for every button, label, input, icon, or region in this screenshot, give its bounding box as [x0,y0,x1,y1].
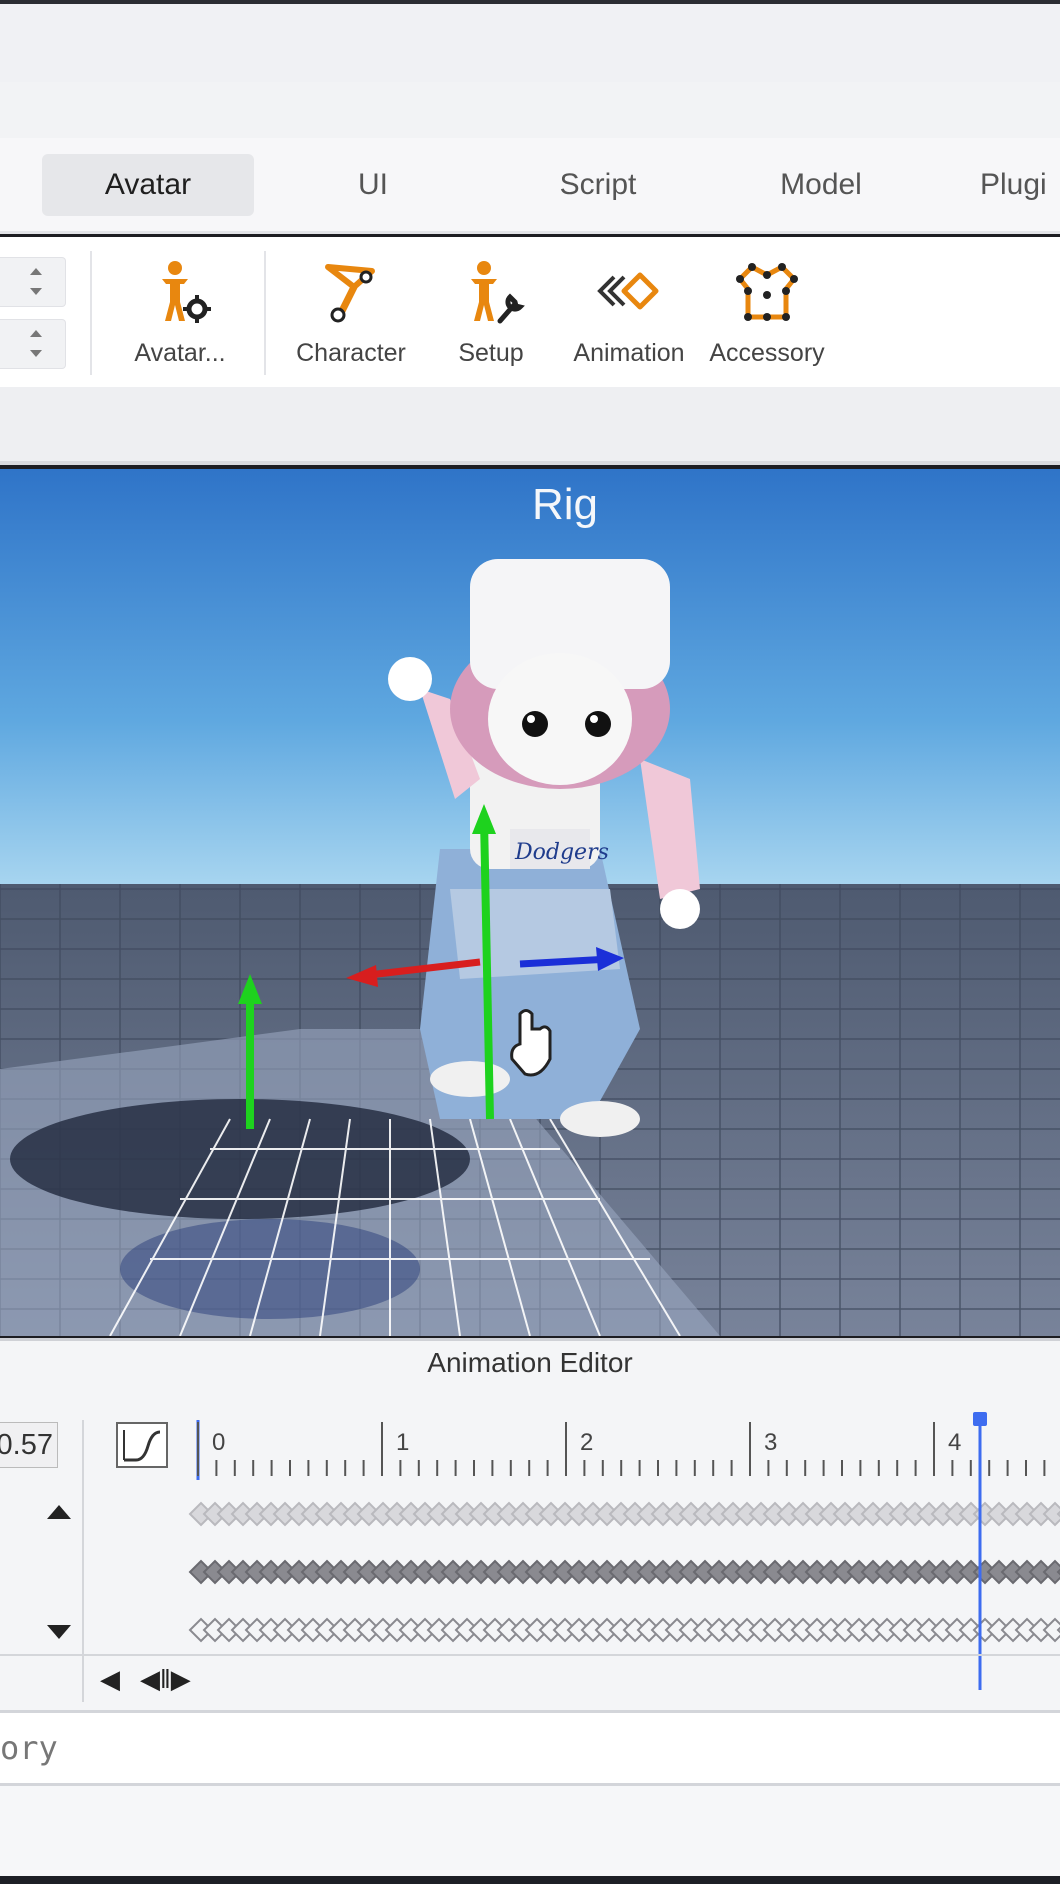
track-row-1 [0,1484,1060,1544]
title-bar [0,4,1060,82]
chevron-down-icon [30,350,42,357]
ruler-label-3: 3 [764,1429,777,1456]
character-icon [325,264,375,323]
ruler-label-0: 0 [212,1429,225,1456]
avatar-settings-icon [162,261,211,323]
ruler-label-4: 4 [948,1429,961,1456]
accessory-button[interactable]: Accessory [702,257,832,377]
title-bar-lower [0,82,1060,138]
step-back-button[interactable]: ◀ [100,1664,120,1695]
avatar-settings-button[interactable]: Avatar... [115,257,245,377]
viewport-scene: Dodgers [0,469,1060,1336]
setup-button[interactable]: Setup [426,257,556,377]
animation-editor-panel: Animation Editor 0.57 0 1 2 3 4 ◀ ◀‖▶ [0,1338,1060,1710]
character-label: Character [296,339,406,367]
chevron-down-icon [30,288,42,295]
tab-plugins[interactable]: Plugi [980,154,1060,216]
ruler-label-1: 1 [396,1429,409,1456]
avatar-settings-label: Avatar... [134,339,226,367]
ribbon-bottom-strip [0,387,1060,465]
scroll-down-button[interactable] [36,1604,82,1660]
triangle-down-icon [47,1625,71,1639]
ribbon-toolbar: Avatar... Character Setup Animation Acce… [0,237,1060,387]
ribbon-separator [90,251,92,375]
chevron-up-icon [30,330,42,337]
accessory-label: Accessory [709,339,825,367]
command-bar-text: ory [0,1729,58,1767]
ruler-label-2: 2 [580,1429,593,1456]
scroll-up-button[interactable] [36,1484,82,1540]
tab-script[interactable]: Script [530,154,666,216]
animation-button[interactable]: Animation [564,257,694,377]
spinner-1[interactable] [0,257,66,307]
tab-model[interactable]: Model [756,154,886,216]
animation-editor-title: Animation Editor [0,1338,1060,1384]
setup-label: Setup [458,339,524,367]
spinner-2[interactable] [0,319,66,369]
timeline-navigation: ◀ ◀‖▶ [0,1654,1060,1700]
character-button[interactable]: Character [286,257,416,377]
chevron-up-icon [30,268,42,275]
svg-text:Dodgers: Dodgers [514,840,609,865]
command-bar[interactable]: ory [0,1710,1060,1786]
playhead-handle[interactable] [973,1412,987,1426]
accessory-icon [736,263,798,321]
model-name-label: Rig [531,480,599,529]
triangle-up-icon [47,1505,71,1519]
ribbon-tab-row: Avatar UI Script Model Plugi [0,138,1060,234]
ribbon-separator [264,251,266,375]
animation-icon [597,272,659,310]
animation-label: Animation [573,339,685,367]
zoom-fit-button[interactable]: ◀‖▶ [140,1664,191,1695]
tab-avatar[interactable]: Avatar [42,154,254,216]
window-bottom-edge [0,1876,1060,1884]
tab-ui[interactable]: UI [320,154,426,216]
3d-viewport[interactable]: Dodgers Rig [0,469,1060,1336]
setup-icon [471,261,525,324]
track-row-2 [0,1544,1060,1604]
bottom-panel [0,1786,1060,1884]
